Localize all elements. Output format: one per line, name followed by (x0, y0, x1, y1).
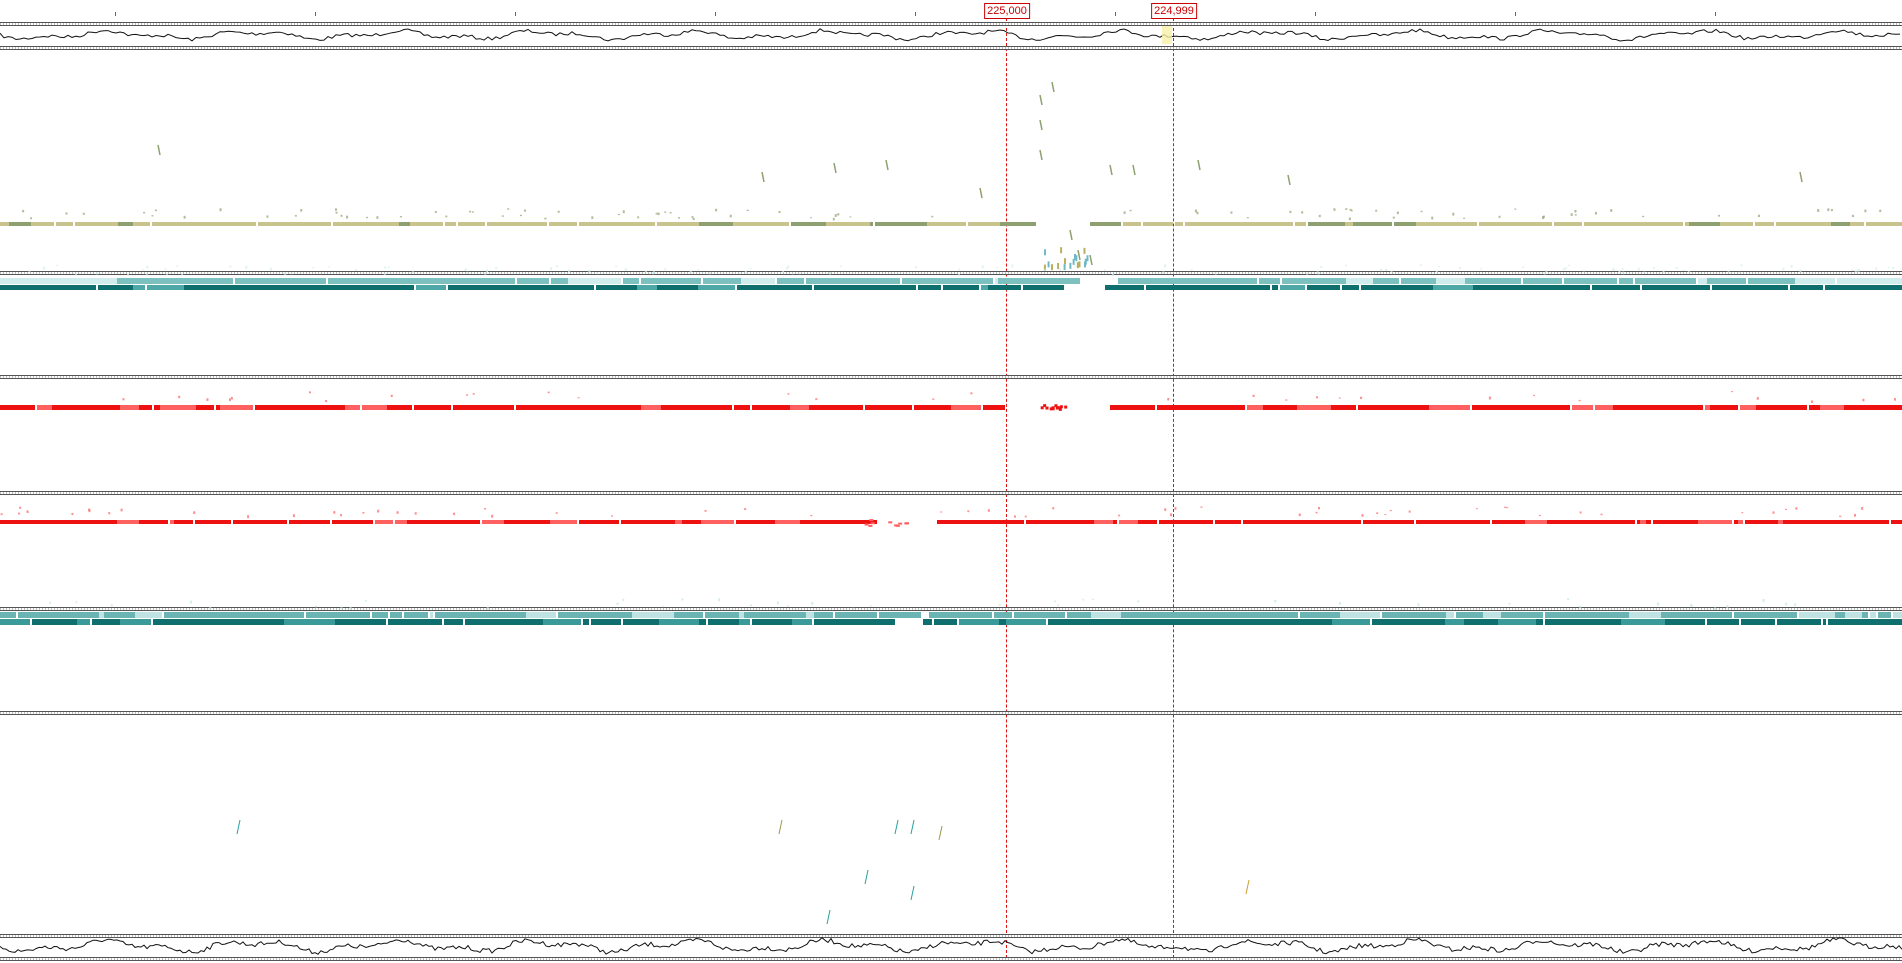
bottom-coverage-profile (0, 937, 1902, 955)
alignment-viewer[interactable]: 225,000 224,999 (0, 0, 1902, 963)
tracks-canvas (0, 26, 1902, 955)
sparse-feature-track (236, 819, 1250, 925)
top-coverage-profile (0, 26, 1901, 44)
olive-feature-track (0, 81, 1902, 271)
teal-alignment-track-1 (0, 264, 1902, 290)
red-alignment-track-1 (0, 391, 1902, 411)
red-alignment-track-2 (0, 506, 1902, 527)
teal-alignment-track-2 (0, 598, 1902, 625)
